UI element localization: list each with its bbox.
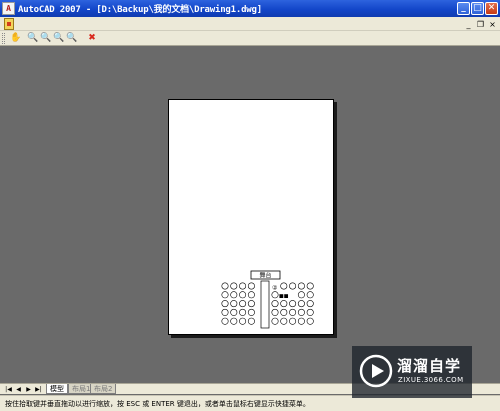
seat-circle <box>230 300 238 308</box>
seat-circle <box>221 317 229 325</box>
document-close-button[interactable]: × <box>487 19 498 29</box>
seating-plan: 舞台 ② ■■ <box>221 270 314 329</box>
drawing-area[interactable]: 舞台 ② ■■ <box>0 47 500 383</box>
marker-left: ② <box>272 285 278 292</box>
center-aisle <box>260 280 270 329</box>
maximize-button[interactable]: □ <box>471 2 484 15</box>
seat-circle <box>271 300 279 308</box>
seat-circle <box>297 317 305 325</box>
seat-circle <box>271 308 279 316</box>
seat-circle <box>221 300 229 308</box>
document-menu-strip: _ ❐ × <box>0 17 500 31</box>
seat-circle <box>230 317 238 325</box>
seat-circle <box>280 300 288 308</box>
seat-circle <box>239 291 247 299</box>
seat-circle <box>221 308 229 316</box>
paper-sheet[interactable]: 舞台 ② ■■ <box>168 99 334 335</box>
zoom-out-icon[interactable]: 🔍 <box>66 32 78 44</box>
seat-circle <box>289 308 297 316</box>
seat-circle <box>289 300 297 308</box>
watermark-url: ZIXUE.3066.COM <box>398 376 464 384</box>
title-bar: A AutoCAD 2007 - [D:\Backup\我的文档\Drawing… <box>0 0 500 17</box>
seat-circle <box>297 291 305 299</box>
seat-circle <box>306 282 314 290</box>
seat-circle <box>247 317 255 325</box>
seat-circle <box>247 291 255 299</box>
watermark-logo-icon <box>359 354 393 388</box>
seat-circle <box>306 308 314 316</box>
seat-circle <box>239 308 247 316</box>
zoom-realtime-icon[interactable]: 🔍 <box>27 32 39 44</box>
tab-prev-button[interactable]: ◀ <box>14 385 23 394</box>
status-text: 按住拾取键并垂直拖动以进行缩放，按 ESC 或 ENTER 键退出，或者单击鼠标… <box>5 400 310 408</box>
seat-circle <box>230 282 238 290</box>
seat-circle <box>289 282 297 290</box>
preview-toolbar: ✋ 🔍 🔍 🔍 🔍 ✖ <box>0 31 500 46</box>
tab-next-button[interactable]: ▶ <box>24 385 33 394</box>
seat-circle <box>271 291 279 299</box>
seats-left-block <box>221 282 255 325</box>
stage-label: 舞台 <box>259 272 271 280</box>
seat-circle <box>239 282 247 290</box>
toolbar-grip[interactable] <box>2 33 5 44</box>
marker-right: ■■ <box>279 294 289 300</box>
document-minimize-button[interactable]: _ <box>463 19 474 29</box>
seat-circle <box>297 300 305 308</box>
seat-circle <box>306 300 314 308</box>
tab-model[interactable]: 模型 <box>46 384 68 394</box>
seat-circle <box>247 308 255 316</box>
seat-circle <box>230 308 238 316</box>
seat-circle <box>247 282 255 290</box>
watermark-title: 溜溜自学 <box>397 357 462 375</box>
seat-circle <box>221 282 229 290</box>
seat-circle <box>280 317 288 325</box>
close-button[interactable]: ✕ <box>485 2 498 15</box>
seat-circle <box>306 317 314 325</box>
window-title: AutoCAD 2007 - [D:\Backup\我的文档\Drawing1.… <box>18 5 262 15</box>
zoom-window-icon[interactable]: 🔍 <box>40 32 52 44</box>
seat-circle <box>221 291 229 299</box>
seat-circle <box>297 308 305 316</box>
tab-last-button[interactable]: ▶| <box>34 385 43 394</box>
zoom-in-icon[interactable]: 🔍 <box>53 32 65 44</box>
close-preview-icon[interactable]: ✖ <box>86 32 98 44</box>
seat-circle <box>297 282 305 290</box>
seat-circle <box>306 291 314 299</box>
seat-circle <box>239 300 247 308</box>
seats-right-block <box>271 282 314 325</box>
tab-first-button[interactable]: |◀ <box>4 385 13 394</box>
seat-circle <box>289 317 297 325</box>
seat-circle <box>230 291 238 299</box>
seat-circle <box>271 317 279 325</box>
document-restore-button[interactable]: ❐ <box>475 19 486 29</box>
tab-layout2[interactable]: 布局2 <box>90 384 117 394</box>
seat-circle <box>280 308 288 316</box>
document-icon[interactable] <box>4 18 14 30</box>
seat-circle <box>239 317 247 325</box>
seat-circle <box>247 300 255 308</box>
minimize-button[interactable]: _ <box>457 2 470 15</box>
watermark: 溜溜自学 ZIXUE.3066.COM <box>352 346 472 398</box>
autocad-app-icon[interactable]: A <box>2 2 15 15</box>
pan-icon[interactable]: ✋ <box>10 32 22 44</box>
seat-circle <box>280 282 288 290</box>
